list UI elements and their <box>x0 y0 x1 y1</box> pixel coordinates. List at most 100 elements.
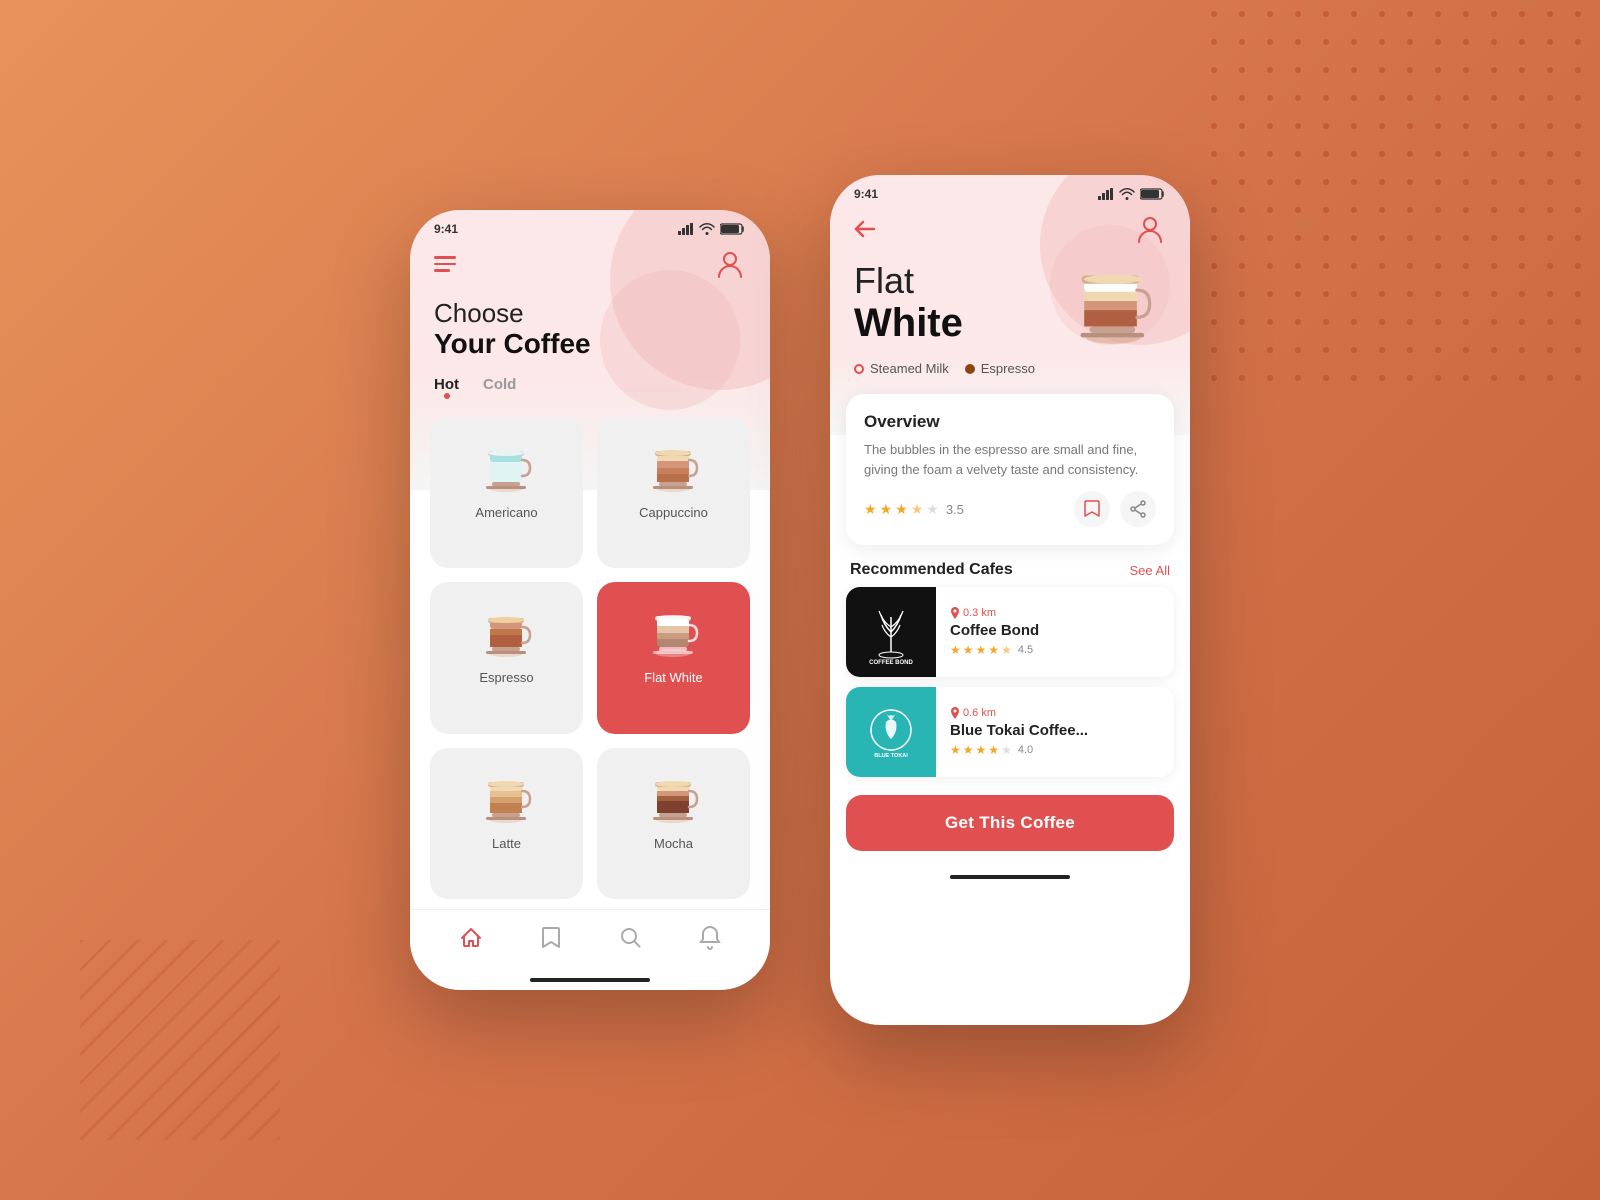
coffee-card-mocha[interactable]: Mocha <box>597 748 750 899</box>
bookmark-save-icon <box>1084 500 1100 518</box>
status-bar-2: 9:41 <box>830 175 1190 205</box>
get-coffee-button[interactable]: Get This Coffee <box>846 795 1174 851</box>
svg-text:BLUE TOKAI: BLUE TOKAI <box>874 753 908 759</box>
steamed-milk-dot <box>854 364 864 374</box>
menu-button[interactable] <box>434 256 456 272</box>
ingredient-steamed-milk: Steamed Milk <box>854 361 949 376</box>
star-5: ★ <box>926 501 939 518</box>
coffee-name-cappuccino: Cappuccino <box>639 505 708 520</box>
coffee-card-latte[interactable]: Latte <box>430 748 583 899</box>
cb-star-2: ★ <box>963 643 974 657</box>
blue-tokai-distance: 0.6 km <box>950 707 1164 719</box>
espresso-dot <box>965 364 975 374</box>
recommended-header: Recommended Cafes See All <box>830 553 1190 587</box>
coffee-name-line2: White <box>854 301 963 345</box>
profile-button-2[interactable] <box>1134 213 1166 245</box>
coffee-card-espresso[interactable]: Espresso <box>430 582 583 733</box>
tab-hot[interactable]: Hot <box>434 376 459 397</box>
blue-tokai-info: 0.6 km Blue Tokai Coffee... ★ ★ ★ ★ ★ 4.… <box>950 697 1174 767</box>
svg-text:COFFEE BOND: COFFEE BOND <box>869 660 913 666</box>
overview-title: Overview <box>864 412 1156 432</box>
steamed-milk-label: Steamed Milk <box>870 361 949 376</box>
coffee-cup-flatwhite <box>639 600 709 660</box>
title-line2: Your Coffee <box>434 329 746 360</box>
phone-1-header <box>410 240 770 288</box>
share-icon <box>1129 500 1147 518</box>
star-4: ★ <box>911 501 924 518</box>
status-time-2: 9:41 <box>854 187 878 201</box>
nav-saved[interactable] <box>540 926 562 950</box>
ingredient-espresso: Espresso <box>965 361 1035 376</box>
cb-star-5: ★ <box>1001 643 1012 657</box>
save-button[interactable] <box>1074 491 1110 527</box>
overview-card: Overview The bubbles in the espresso are… <box>846 394 1174 545</box>
phone-2-content: 9:41 <box>830 175 1190 1025</box>
espresso-cup-svg <box>474 601 539 659</box>
coffee-cup-mocha <box>639 766 709 826</box>
coffee-grid: Americano <box>410 407 770 909</box>
coffee-bond-stars: ★ ★ ★ ★ ★ 4.5 <box>950 643 1164 657</box>
nav-home[interactable] <box>459 926 483 950</box>
americano-cup-svg <box>474 436 539 494</box>
wifi-icon <box>699 223 715 235</box>
see-all-button[interactable]: See All <box>1130 563 1170 578</box>
signal-icon <box>678 223 694 235</box>
phone-2: 9:41 <box>830 175 1190 1025</box>
bt-star-1: ★ <box>950 743 961 757</box>
hero-coffee-cup <box>1066 251 1166 351</box>
share-button[interactable] <box>1120 491 1156 527</box>
title-line1: Choose <box>434 298 746 329</box>
overview-text: The bubbles in the espresso are small an… <box>864 440 1156 479</box>
coffee-bond-logo-svg: COFFEE BOND <box>856 597 926 667</box>
cb-star-3: ★ <box>976 643 987 657</box>
rating-row: ★ ★ ★ ★ ★ 3.5 <box>864 491 1156 527</box>
tab-cold[interactable]: Cold <box>483 376 516 397</box>
star-2: ★ <box>880 501 893 518</box>
coffee-card-cappuccino[interactable]: Cappuccino <box>597 417 750 568</box>
nav-notifications[interactable] <box>699 926 721 950</box>
coffee-bond-rating: 4.5 <box>1018 644 1033 656</box>
espresso-label: Espresso <box>981 361 1035 376</box>
flatwhite-cup-svg <box>641 601 706 659</box>
coffee-hero-title: Flat White <box>854 261 963 345</box>
user-icon-2 <box>1137 215 1163 243</box>
bell-icon <box>699 926 721 950</box>
bt-star-3: ★ <box>976 743 987 757</box>
search-icon <box>620 927 642 949</box>
page-title: Choose Your Coffee <box>410 288 770 360</box>
back-button[interactable] <box>854 220 876 238</box>
dots-decoration <box>1200 0 1600 400</box>
coffee-hero: Flat White <box>830 253 1190 351</box>
blue-tokai-logo-svg: BLUE TOKAI <box>856 697 926 767</box>
coffee-name-latte: Latte <box>492 836 521 851</box>
coffee-bond-name: Coffee Bond <box>950 622 1164 639</box>
mocha-cup-svg <box>641 767 706 825</box>
rating-stars: ★ ★ ★ ★ ★ 3.5 <box>864 501 964 518</box>
bt-star-4: ★ <box>988 743 999 757</box>
signal-icon-2 <box>1098 188 1114 200</box>
bt-star-2: ★ <box>963 743 974 757</box>
status-icons-1 <box>678 223 746 235</box>
phones-container: 9:41 <box>410 175 1190 1025</box>
coffee-card-americano[interactable]: Americano <box>430 417 583 568</box>
phone-1: 9:41 <box>410 210 770 990</box>
coffee-card-flatwhite[interactable]: Flat White <box>597 582 750 733</box>
coffee-bond-distance-text: 0.3 km <box>963 607 996 619</box>
location-icon-1 <box>950 607 960 619</box>
coffee-cup-latte <box>472 766 542 826</box>
user-icon <box>717 250 743 278</box>
blue-tokai-rating: 4.0 <box>1018 744 1033 756</box>
wifi-icon-2 <box>1119 188 1135 200</box>
cafe-card-coffee-bond[interactable]: COFFEE BOND 0.3 km Coffee Bond ★ ★ <box>846 587 1174 677</box>
filter-tabs: Hot Cold <box>410 360 770 407</box>
ingredients-row: Steamed Milk Espresso <box>830 351 1190 386</box>
nav-search[interactable] <box>620 927 642 949</box>
cafe-card-blue-tokai[interactable]: BLUE TOKAI 0.6 km Blue Tokai Coffee... ★ <box>846 687 1174 777</box>
coffee-cup-americano <box>472 435 542 495</box>
coffee-name-mocha: Mocha <box>654 836 693 851</box>
profile-button[interactable] <box>714 248 746 280</box>
coffee-cup-espresso <box>472 600 542 660</box>
coffee-bond-info: 0.3 km Coffee Bond ★ ★ ★ ★ ★ 4.5 <box>950 597 1174 667</box>
hero-cup-svg <box>1066 251 1166 351</box>
back-arrow-icon <box>854 220 876 238</box>
